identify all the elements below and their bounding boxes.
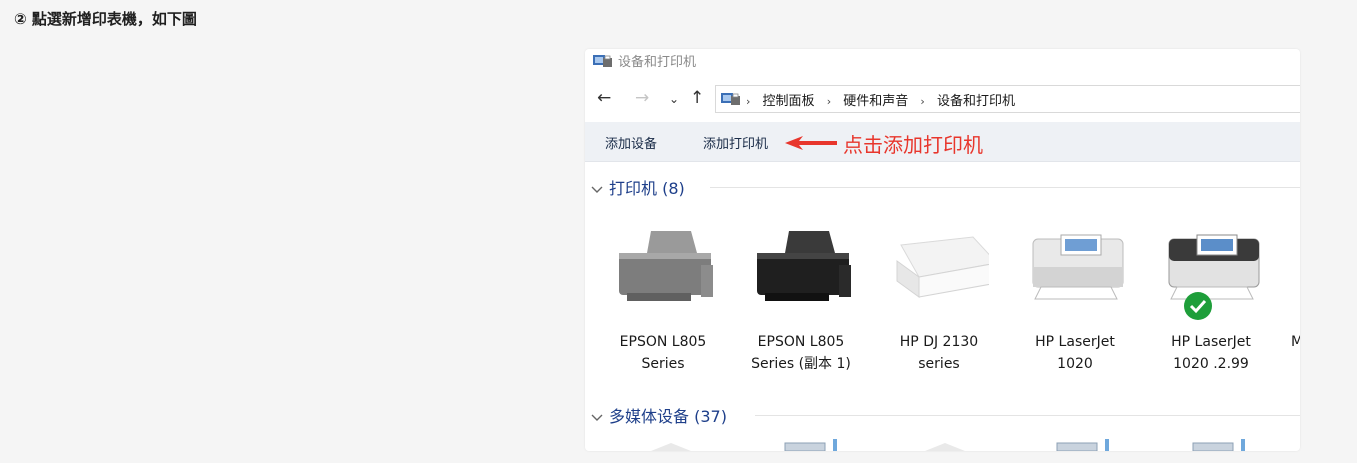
back-arrow-icon[interactable]: ←	[597, 88, 611, 108]
address-bar[interactable]: › 控制面板 › 硬件和声音 › 设备和打印机	[715, 85, 1300, 113]
laser-printer-icon	[1025, 227, 1125, 307]
breadcrumb-separator: ›	[746, 95, 751, 108]
recent-locations-chevron-icon[interactable]: ⌄	[669, 89, 679, 109]
group-header-multimedia[interactable]: 多媒体设备 (37)	[591, 403, 1300, 427]
inkjet-printer-icon	[751, 227, 855, 307]
device-name: EPSON L805 Series (副本 1)	[751, 334, 851, 372]
device-name: HP LaserJet 1020 .2.99	[1171, 334, 1251, 372]
group-label: 打印机 (8)	[609, 179, 685, 198]
annotation-text: 点击添加打印机	[843, 133, 983, 157]
forward-arrow-icon[interactable]: →	[635, 88, 649, 108]
navigation-row: ← → ⌄ ↑ › 控制面板 › 硬件和声音 › 设备和打印机	[585, 85, 1300, 113]
device-item-printer[interactable]: HP LaserJet 1020 .2.99	[1147, 219, 1275, 372]
chevron-down-icon	[591, 408, 603, 427]
breadcrumb-item-devices-printers[interactable]: 设备和打印机	[937, 94, 1015, 109]
multimedia-device-icon[interactable]	[645, 437, 705, 451]
group-label: 多媒体设备 (37)	[609, 407, 727, 426]
multimedia-device-icon[interactable]	[781, 437, 851, 451]
device-item-printer[interactable]: HP DJ 2130 series	[875, 219, 1003, 372]
device-item-printer[interactable]: HP LaserJet 1020	[1011, 219, 1139, 372]
inkjet-printer-icon	[889, 227, 998, 307]
breadcrumb-separator: ›	[826, 95, 832, 108]
device-name: HP LaserJet 1020	[1035, 334, 1115, 372]
default-printer-check-icon	[1183, 291, 1213, 325]
chevron-down-icon	[591, 180, 603, 199]
device-item-printer[interactable]: EPSON L805 Series (副本 1)	[737, 219, 865, 372]
device-item-printer[interactable]: EPSON L805 Series	[599, 219, 727, 372]
multimedia-device-icon[interactable]	[1189, 437, 1259, 451]
breadcrumb-item-hardware-sound[interactable]: 硬件和声音	[843, 94, 908, 109]
group-divider	[710, 187, 1300, 188]
group-header-printers[interactable]: 打印机 (8)	[591, 175, 1300, 199]
device-item-printer[interactable]: M	[1283, 219, 1300, 369]
device-name: HP DJ 2130 series	[899, 334, 979, 372]
laser-printer-icon	[1287, 227, 1300, 307]
devices-printers-icon	[593, 53, 613, 72]
device-name: M	[1291, 334, 1300, 350]
breadcrumb-item-control-panel[interactable]: 控制面板	[763, 94, 815, 109]
command-toolbar: 添加设备 添加打印机 点击添加打印机	[585, 122, 1300, 162]
device-name: EPSON L805 Series	[619, 334, 707, 372]
devices-printers-icon	[721, 91, 741, 110]
red-arrow-icon	[785, 135, 839, 155]
breadcrumb-separator: ›	[920, 95, 925, 108]
up-arrow-icon[interactable]: ↑	[690, 88, 704, 108]
multimedia-device-icon[interactable]	[1053, 437, 1123, 451]
devices-printers-window: 设备和打印机 ← → ⌄ ↑ › 控制面板 › 硬件和声音 › 设备和打印机 添…	[585, 49, 1300, 451]
group-divider	[755, 415, 1300, 416]
add-device-button[interactable]: 添加设备	[605, 133, 657, 152]
multimedia-device-icon[interactable]	[919, 437, 979, 451]
title-bar: 设备和打印机	[585, 49, 1300, 71]
add-printer-button[interactable]: 添加打印机	[703, 133, 768, 152]
breadcrumb: › 控制面板 › 硬件和声音 › 设备和打印机	[746, 90, 1023, 109]
inkjet-printer-icon	[613, 227, 717, 307]
step-heading: ② 點選新增印表機，如下圖	[14, 10, 197, 28]
window-title: 设备和打印机	[618, 55, 697, 70]
